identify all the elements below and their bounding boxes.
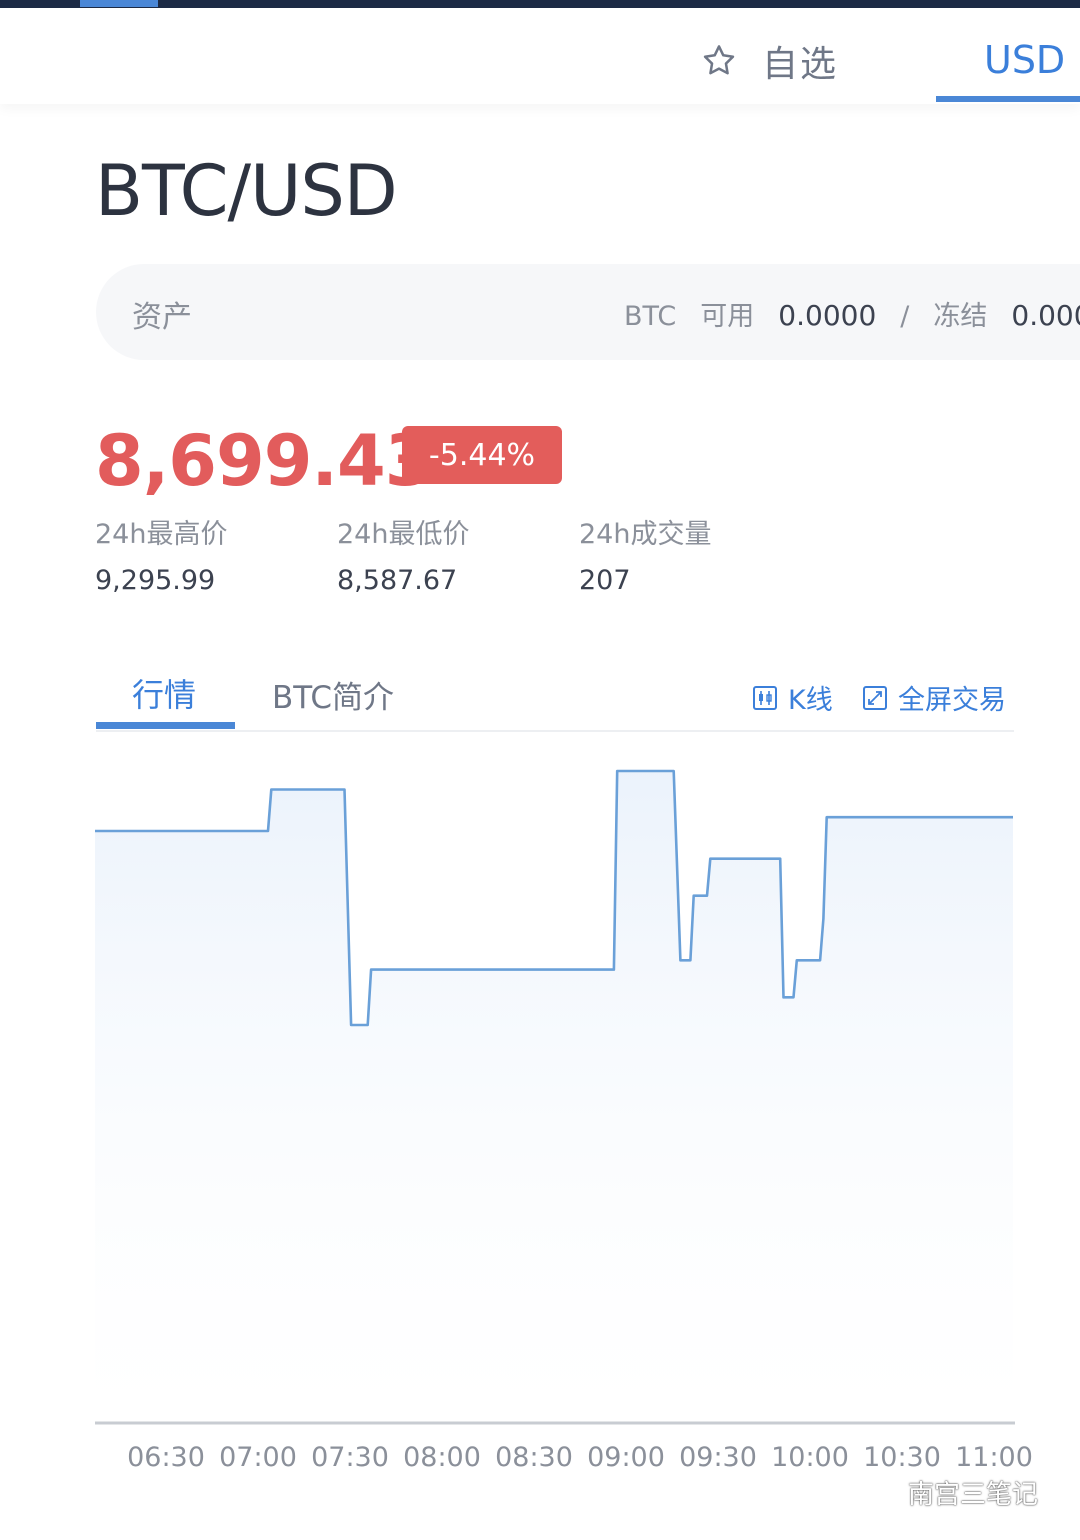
tab-market-underline <box>96 722 235 729</box>
stat-low-value: 8,587.67 <box>337 565 458 596</box>
stat-volume-value: 207 <box>579 565 631 596</box>
asset-coin: BTC <box>624 301 677 332</box>
candlestick-icon <box>753 685 777 710</box>
x-tick-label: 09:30 <box>679 1442 757 1473</box>
x-tick-label: 11:00 <box>955 1442 1033 1473</box>
tab-market[interactable]: 行情 <box>132 670 196 716</box>
kline-label: K线 <box>788 685 833 716</box>
wechat-icon <box>858 1477 899 1507</box>
watermark-text: 南宫三笔记 <box>908 1480 1039 1510</box>
frozen-value: 0.0000 <box>1011 299 1080 332</box>
balance-separator: / <box>900 301 910 332</box>
x-tick-label: 07:00 <box>219 1442 297 1473</box>
watermark: 南宫三笔记 <box>858 1474 1038 1511</box>
fullscreen-trade-label: 全屏交易 <box>898 685 1006 716</box>
star-icon <box>703 45 735 75</box>
tab-usd[interactable]: USD <box>936 32 1080 90</box>
tab-usd-label: USD <box>984 38 1066 82</box>
stat-low: 24h最低价 8,587.67 <box>337 512 469 596</box>
change-badge: -5.44% <box>402 426 562 484</box>
pair-title: BTC/USD <box>95 150 398 232</box>
page: 自选 USD BTC/USD 资产 BTC 可用 0.0000 / 冻结 0.0000 8… <box>0 0 1080 1540</box>
favorites-tab[interactable]: 自选 <box>700 32 838 90</box>
stat-low-label: 24h最低价 <box>337 519 470 550</box>
price-chart: 06:30 07:00 07:30 08:00 08:30 09:00 09:30 10:00… <box>95 769 1033 1473</box>
expand-icon <box>863 685 887 710</box>
chart-tabs: 行情 BTC简介 K线 全屏交易 <box>96 670 1014 732</box>
asset-label: 资产 <box>132 300 192 335</box>
tab-btc-intro[interactable]: BTC简介 <box>272 672 394 717</box>
stat-high-label: 24h最高价 <box>95 519 228 550</box>
usd-tab-underline <box>936 96 1080 102</box>
top-strip <box>0 0 1080 8</box>
frozen-label: 冻结 <box>933 301 988 332</box>
fullscreen-trade-button[interactable]: 全屏交易 <box>862 678 1006 717</box>
x-tick-label: 09:00 <box>587 1442 665 1473</box>
x-tick-label: 10:00 <box>771 1442 849 1473</box>
price-area-fill <box>95 771 1013 1423</box>
available-label: 可用 <box>700 301 755 332</box>
x-tick-label: 08:30 <box>495 1442 573 1473</box>
x-tick-label: 10:30 <box>863 1442 941 1473</box>
asset-balance: BTC 可用 0.0000 / 冻结 0.0000 <box>624 294 1080 333</box>
available-value: 0.0000 <box>778 299 877 332</box>
header-bar: 自选 USD <box>0 8 1080 104</box>
stat-high: 24h最高价 9,295.99 <box>95 512 227 596</box>
x-tick-label: 06:30 <box>127 1442 205 1473</box>
stat-high-value: 9,295.99 <box>95 565 216 596</box>
stat-volume: 24h成交量 207 <box>579 512 711 596</box>
kline-button[interactable]: K线 <box>752 678 833 717</box>
favorites-label: 自选 <box>762 44 839 85</box>
stat-volume-label: 24h成交量 <box>579 519 712 550</box>
last-price: 8,699.43 <box>95 420 433 502</box>
x-tick-label: 08:00 <box>403 1442 481 1473</box>
top-strip-accent <box>80 0 158 7</box>
asset-bar: 资产 BTC 可用 0.0000 / 冻结 0.0000 <box>96 264 1080 360</box>
x-tick-label: 07:30 <box>311 1442 389 1473</box>
